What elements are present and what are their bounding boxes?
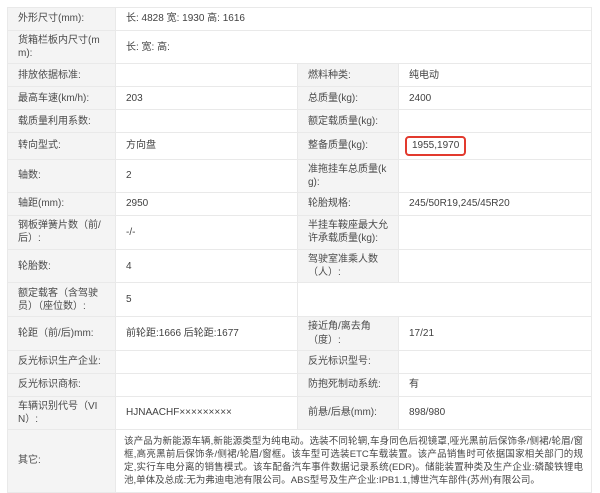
table-row: 外形尺寸(mm):长: 4828 宽: 1930 高: 1616 [8, 8, 591, 30]
row-label: 货箱栏板内尺寸(mm): [8, 31, 116, 63]
row-label: 最高车速(km/h): [8, 87, 116, 109]
table-row: 轴距(mm):2950轮胎规格:245/50R19,245/45R20 [8, 192, 591, 215]
row-value [399, 250, 591, 282]
row-value: 2950 [116, 193, 298, 215]
table-row: 转向型式:方向盘整备质量(kg): 1955,1970 [8, 132, 591, 158]
row-label: 接近角/离去角（度）: [298, 317, 399, 349]
table-row: 车辆识别代号（VIN）:HJNAACHF×××××××××前悬/后悬(mm):8… [8, 396, 591, 429]
table-row: 载质量利用系数: 额定载质量(kg): [8, 109, 591, 132]
table-row: 轴数:2准拖挂车总质量(kg): [8, 159, 591, 192]
row-label: 准拖挂车总质量(kg): [298, 160, 399, 192]
row-label: 外形尺寸(mm): [8, 8, 116, 30]
row-value: 4 [116, 250, 298, 282]
row-value [399, 351, 591, 373]
row-label: 反光标识生产企业: [8, 351, 116, 373]
table-row: 反光标识生产企业: 反光标识型号: [8, 350, 591, 373]
row-value [116, 64, 298, 86]
row-label: 反光标识型号: [298, 351, 399, 373]
table-row: 额定载客（含驾驶员）（座位数）:5 [8, 282, 591, 316]
row-value: 有 [399, 374, 591, 396]
row-value: 17/21 [399, 317, 591, 349]
row-value: 203 [116, 87, 298, 109]
row-value: 长: 4828 宽: 1930 高: 1616 [116, 8, 591, 30]
row-value [399, 160, 591, 192]
row-value [116, 110, 298, 132]
row-label: 轮胎规格: [298, 193, 399, 215]
other-notes-text: 该产品为新能源车辆,新能源类型为纯电动。选装不同轮辋,车身同色后视镜罩,哑光黑前… [116, 430, 591, 492]
row-value: 5 [116, 283, 298, 316]
highlight-box: 1955,1970 [405, 136, 466, 155]
table-row: 反光标识商标: 防抱死制动系统:有 [8, 373, 591, 396]
row-value: 前轮距:1666 后轮距:1677 [116, 317, 298, 349]
table-row: 钢板弹簧片数（前/后）:-/-半挂车鞍座最大允许承载质量(kg): [8, 215, 591, 249]
row-label: 燃料种类: [298, 64, 399, 86]
row-label: 其它: [8, 430, 116, 492]
row-label: 整备质量(kg): [298, 133, 399, 158]
row-label: 总质量(kg): [298, 87, 399, 109]
row-label: 前悬/后悬(mm): [298, 397, 399, 429]
row-label: 车辆识别代号（VIN）: [8, 397, 116, 429]
row-value: 方向盘 [116, 133, 298, 158]
row-label: 反光标识商标: [8, 374, 116, 396]
row-value: 245/50R19,245/45R20 [399, 193, 591, 215]
table-row: 轮距（前/后)mm:前轮距:1666 后轮距:1677接近角/离去角（度）:17… [8, 316, 591, 349]
row-label: 轴数: [8, 160, 116, 192]
row-value: 长: 宽: 高: [116, 31, 591, 63]
row-value: 898/980 [399, 397, 591, 429]
row-value: 1955,1970 [399, 133, 591, 158]
row-value [116, 374, 298, 396]
table-row: 轮胎数:4驾驶室准乘人数（人）: [8, 249, 591, 282]
row-label: 轮胎数: [8, 250, 116, 282]
row-value: 2400 [399, 87, 591, 109]
row-label: 排放依据标准: [8, 64, 116, 86]
empty-cell [298, 283, 591, 316]
row-label: 轮距（前/后)mm: [8, 317, 116, 349]
table-row: 排放依据标准: 燃料种类:纯电动 [8, 63, 591, 86]
row-label: 轴距(mm): [8, 193, 116, 215]
row-value [399, 110, 591, 132]
vehicle-spec-table: 外形尺寸(mm):长: 4828 宽: 1930 高: 1616货箱栏板内尺寸(… [7, 7, 592, 493]
row-value [399, 216, 591, 249]
table-row: 其它:该产品为新能源车辆,新能源类型为纯电动。选装不同轮辋,车身同色后视镜罩,哑… [8, 429, 591, 492]
row-label: 转向型式: [8, 133, 116, 158]
row-label: 半挂车鞍座最大允许承载质量(kg): [298, 216, 399, 249]
row-label: 钢板弹簧片数（前/后）: [8, 216, 116, 249]
row-value [116, 351, 298, 373]
row-label: 防抱死制动系统: [298, 374, 399, 396]
row-value: 2 [116, 160, 298, 192]
row-label: 载质量利用系数: [8, 110, 116, 132]
row-label: 额定载质量(kg): [298, 110, 399, 132]
row-label: 额定载客（含驾驶员）（座位数）: [8, 283, 116, 316]
row-value: HJNAACHF××××××××× [116, 397, 298, 429]
row-value: -/- [116, 216, 298, 249]
row-value: 纯电动 [399, 64, 591, 86]
row-label: 驾驶室准乘人数（人）: [298, 250, 399, 282]
table-row: 货箱栏板内尺寸(mm):长: 宽: 高: [8, 30, 591, 63]
table-row: 最高车速(km/h):203总质量(kg):2400 [8, 86, 591, 109]
